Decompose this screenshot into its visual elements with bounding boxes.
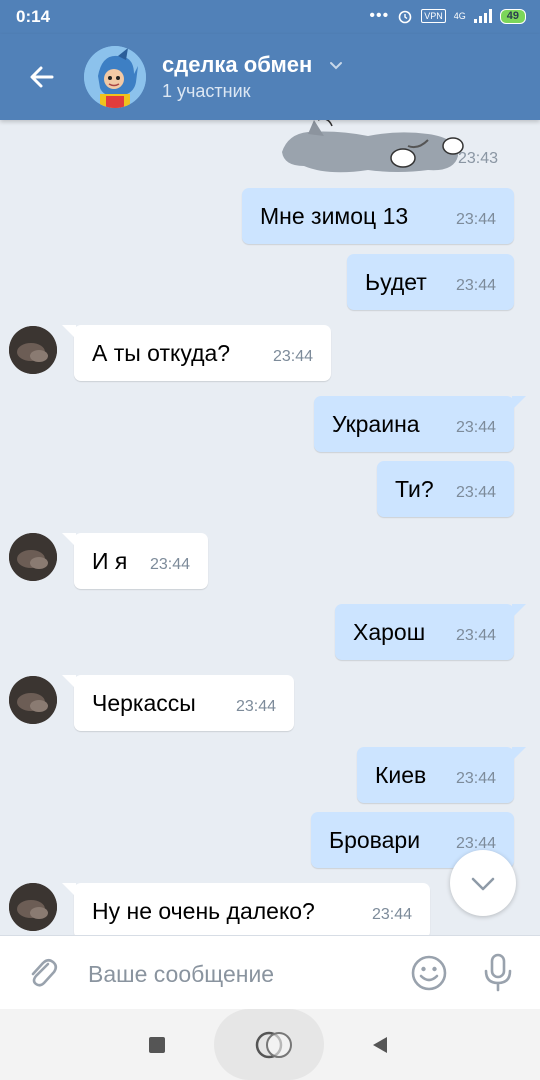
message-text: Ьудет [365,269,427,295]
bubble-tail [512,747,526,761]
bubble-tail [62,533,76,547]
system-navigation-bar [0,1009,540,1080]
message-text: И я [92,548,128,574]
sender-avatar[interactable] [9,676,57,724]
cat-sticker[interactable] [278,120,478,176]
chevron-down-icon [471,877,495,891]
notification-dots-icon: ••• [369,7,390,24]
message-time: 23:44 [272,348,313,365]
message-text: Бровари [329,827,421,853]
bubble-tail [512,396,526,410]
outgoing-message[interactable]: Мне зимоц 13 23:44 [242,188,514,244]
message-text: Киев [375,762,427,788]
message-time: 23:44 [371,906,412,923]
bubble-tail [62,883,76,897]
message-time: 23:44 [455,277,496,294]
signal-icon [473,9,492,23]
sender-avatar[interactable] [9,326,57,374]
status-icons: ••• VPN 4G 49 [369,8,526,24]
back-arrow-icon[interactable] [22,57,62,97]
chevron-down-icon[interactable] [327,56,345,74]
microphone-icon[interactable] [480,952,516,992]
message-time: 23:44 [455,627,496,644]
incoming-message[interactable]: Ну не очень далеко? 23:44 [62,883,430,935]
smiley-icon[interactable] [410,954,448,992]
bubble-tail [62,325,76,339]
message-time: 23:44 [455,770,496,787]
back-triangle-icon[interactable] [370,1035,390,1055]
incoming-message[interactable]: А ты откуда? 23:44 [62,325,331,381]
outgoing-message[interactable]: Киев 23:44 [357,747,526,803]
bubble-tail [512,604,526,618]
chat-title[interactable]: сделка обмен [162,52,312,78]
incoming-message[interactable]: И я 23:44 [62,533,208,589]
sender-avatar[interactable] [9,533,57,581]
message-text: Мне зимоц 13 [260,203,409,229]
status-time: 0:14 [16,7,51,26]
outgoing-message[interactable]: Ьудет 23:44 [347,254,514,310]
message-input[interactable] [86,956,400,992]
chat-header: сделка обмен 1 участник [0,34,540,120]
battery-indicator: 49 [499,8,526,24]
incoming-message[interactable]: Черкассы 23:44 [62,675,294,731]
message-list[interactable]: 23:43 Мне зимоц 13 23:44 Ьудет 23:44 А т… [0,120,540,935]
bubble-tail [62,675,76,689]
sender-avatar[interactable] [9,883,57,931]
chat-avatar[interactable] [84,46,146,108]
message-composer [0,935,540,1010]
outgoing-message[interactable]: Харош 23:44 [335,604,526,660]
message-text: А ты откуда? [92,340,231,366]
alarm-icon [398,10,412,24]
home-circle-icon[interactable] [253,1029,299,1061]
message-time: 23:44 [455,419,496,436]
chat-members-count: 1 участник [162,81,251,101]
message-time: 23:43 [458,150,499,167]
message-text: Ти? [395,476,434,502]
message-text: Ну не очень далеко? [92,898,315,924]
status-bar: 0:14 ••• VPN 4G 49 [0,0,540,34]
message-text: Украина [332,411,420,437]
message-time: 23:44 [455,484,496,501]
scroll-to-bottom-button[interactable] [450,850,516,916]
message-time: 23:44 [455,211,496,228]
message-time: 23:44 [235,698,276,715]
character-avatar-image [84,46,146,108]
outgoing-message[interactable]: Ти? 23:44 [377,461,514,517]
message-text: Харош [353,619,426,645]
message-text: Черкассы [92,690,196,716]
network-type: 4G [453,10,466,21]
message-time: 23:44 [149,556,190,573]
vpn-badge: VPN [421,9,446,23]
paperclip-icon[interactable] [24,954,60,990]
recent-apps-square-icon[interactable] [149,1037,165,1053]
outgoing-message[interactable]: Украина 23:44 [314,396,526,452]
